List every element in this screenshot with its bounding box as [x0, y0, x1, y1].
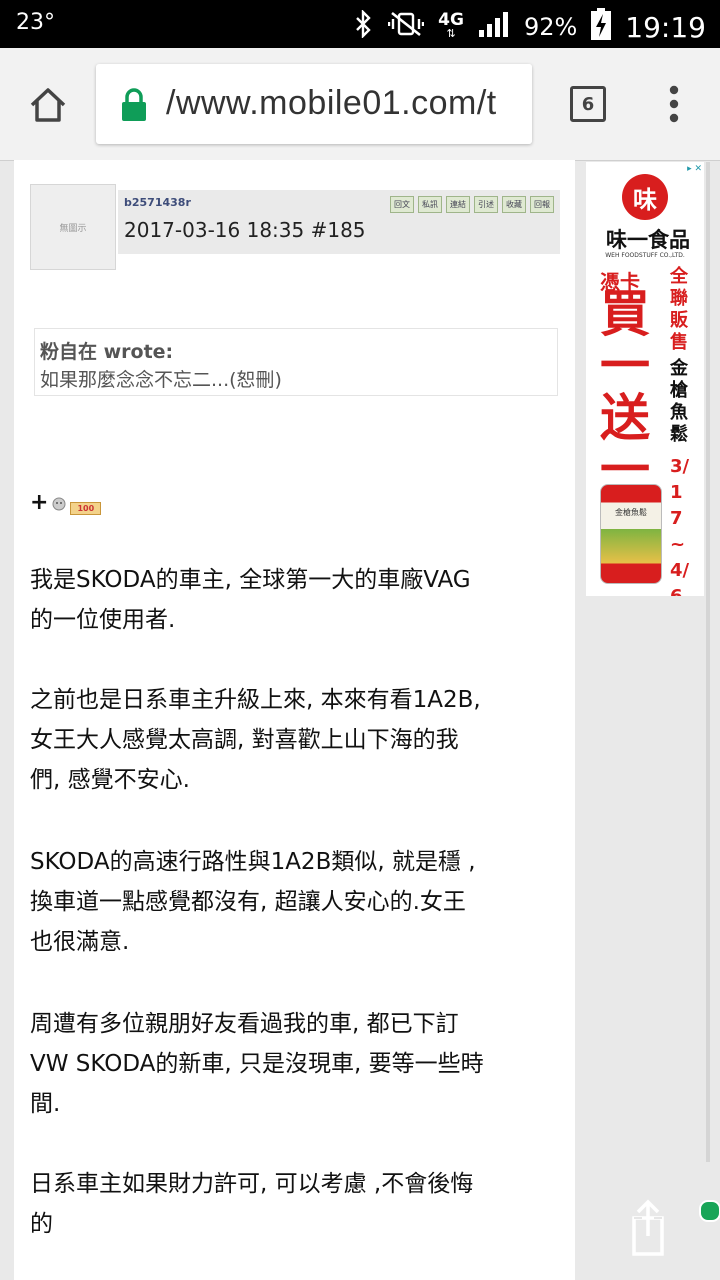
online-indicator-dot[interactable] — [699, 1200, 720, 1222]
quote-author: 粉自在 wrote: — [40, 341, 174, 363]
ad-side-text: 全聯販售 — [670, 266, 688, 353]
text-line: 們, 感覺不安心. — [30, 767, 190, 793]
post-content: 無圖示 b2571438r 回文 私訊 連結 引述 收藏 回報 2017-03-… — [14, 160, 575, 1280]
tab-switcher-button[interactable]: 6 — [570, 86, 606, 122]
avatar[interactable]: 無圖示 — [30, 184, 116, 270]
page-scrollbar[interactable] — [706, 162, 710, 1162]
vibrate-mute-icon — [387, 10, 425, 44]
ad-brand: 味一食品 — [606, 228, 690, 252]
ad-product-can: 金槍魚鬆 — [600, 484, 662, 584]
message-button[interactable]: 私訊 — [418, 196, 442, 213]
paragraph-1: 我是SKODA的車主, 全球第一大的車廠VAG 的一位使用者. — [30, 560, 560, 640]
overflow-menu-icon[interactable] — [668, 84, 680, 128]
ad-dates: 3/17~4/6 — [670, 456, 690, 596]
lock-icon — [120, 88, 148, 126]
score-row: + 100 — [30, 490, 102, 515]
text-line: 我是SKODA的車主, 全球第一大的車廠VAG — [30, 567, 471, 593]
text-line: 日系車主如果財力許可, 可以考慮 ,不會後悔 — [30, 1171, 474, 1197]
text-line: 換車道一點感覺都沒有, 超讓人安心的.女王 — [30, 889, 466, 915]
ad-logo: 味 — [622, 174, 668, 220]
text-line: VW SKODA的新車, 只是沒現車, 要等一些時 — [30, 1051, 484, 1077]
side-advertisement[interactable]: ▸ ✕ 味 味一食品 WEH FOODSTUFF CO.,LTD. 憑卡 買一送… — [586, 162, 704, 596]
signal-icon — [478, 10, 510, 44]
text-line: SKODA的高速行路性與1A2B類似, 就是穩 , — [30, 849, 476, 875]
ad-promo: 買一送一 — [600, 285, 650, 499]
ad-brand-en: WEH FOODSTUFF CO.,LTD. — [605, 252, 685, 259]
post-datetime: 2017-03-16 18:35 #185 — [124, 218, 366, 242]
bookmark-button[interactable]: 收藏 — [502, 196, 526, 213]
browser-toolbar: /www.mobile01.com/t 6 — [0, 48, 720, 161]
tab-count: 6 — [581, 93, 595, 115]
home-icon[interactable] — [28, 86, 68, 128]
reply-button[interactable]: 回文 — [390, 196, 414, 213]
points-badge: 100 — [70, 502, 102, 515]
bluetooth-icon — [354, 9, 374, 44]
text-line: 的 — [30, 1211, 53, 1237]
avatar-placeholder-text: 無圖示 — [59, 223, 87, 234]
quote-block: 粉自在 wrote: 如果那麼念念不忘二...(恕刪) — [34, 328, 558, 396]
network-type: 4G — [438, 10, 464, 30]
clock: 19:19 — [625, 10, 706, 44]
url-text[interactable]: /www.mobile01.com/t — [166, 84, 497, 123]
paragraph-4: 周遭有多位親朋好友看過我的車, 都已下訂 VW SKODA的新車, 只是沒現車,… — [30, 1004, 560, 1124]
smiley-icon — [52, 496, 66, 515]
address-bar[interactable]: /www.mobile01.com/t — [96, 64, 532, 144]
text-line: 之前也是日系車主升級上來, 本來有看1A2B, — [30, 687, 481, 713]
share-icon — [632, 1199, 664, 1256]
text-line: 也很滿意. — [30, 929, 130, 955]
username-link[interactable]: b2571438r — [124, 196, 191, 209]
status-bar: 23° 4G ⇅ 92% 19:19 — [0, 0, 720, 48]
battery-charging-icon — [591, 8, 612, 46]
ad-can-label: 金槍魚鬆 — [615, 508, 647, 517]
status-temperature: 23° — [16, 10, 55, 35]
report-button[interactable]: 回報 — [530, 196, 554, 213]
text-line: 的一位使用者. — [30, 607, 176, 633]
quote-button[interactable]: 引述 — [474, 196, 498, 213]
text-line: 間. — [30, 1091, 61, 1117]
post-header: b2571438r 回文 私訊 連結 引述 收藏 回報 2017-03-16 1… — [118, 190, 560, 254]
text-line: 周遭有多位親朋好友看過我的車, 都已下訂 — [30, 1011, 459, 1037]
text-line: 女王大人感覺太高調, 對喜歡上山下海的我 — [30, 727, 459, 753]
paragraph-3: SKODA的高速行路性與1A2B類似, 就是穩 , 換車道一點感覺都沒有, 超讓… — [30, 842, 560, 962]
paragraph-5: 日系車主如果財力許可, 可以考慮 ,不會後悔 的 — [30, 1164, 560, 1244]
link-button[interactable]: 連結 — [446, 196, 470, 213]
post-actions: 回文 私訊 連結 引述 收藏 回報 — [390, 196, 554, 213]
paragraph-2: 之前也是日系車主升級上來, 本來有看1A2B, 女王大人感覺太高調, 對喜歡上山… — [30, 680, 560, 800]
battery-percent: 92% — [523, 13, 578, 41]
ad-info-icon[interactable]: ▸ ✕ — [687, 164, 702, 174]
share-button[interactable] — [612, 1190, 684, 1262]
plus-sign: + — [30, 490, 49, 515]
ad-logo-text: 味 — [633, 185, 657, 214]
data-transfer-icon: ⇅ — [446, 27, 456, 40]
ad-product: 金槍魚鬆 — [670, 358, 688, 445]
quote-text: 如果那麼念念不忘二...(恕刪) — [40, 369, 282, 391]
